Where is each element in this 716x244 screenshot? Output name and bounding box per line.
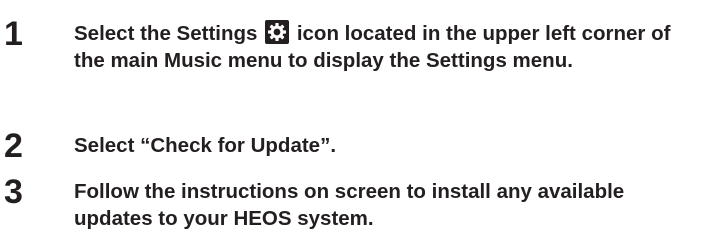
- step-number: 1: [4, 15, 23, 53]
- instruction-steps: 1 Select the Settings icon located in th…: [0, 0, 716, 244]
- step-number: 2: [4, 127, 23, 165]
- step-number: 3: [4, 173, 23, 211]
- settings-gear-icon: [265, 20, 290, 44]
- step-text: Select the Settings icon located in the …: [74, 20, 704, 74]
- step-text: Follow the instructions on screen to ins…: [74, 180, 625, 230]
- step-text-before-icon: Select the Settings: [74, 22, 258, 45]
- step-text: Select “Check for Update”.: [74, 134, 337, 157]
